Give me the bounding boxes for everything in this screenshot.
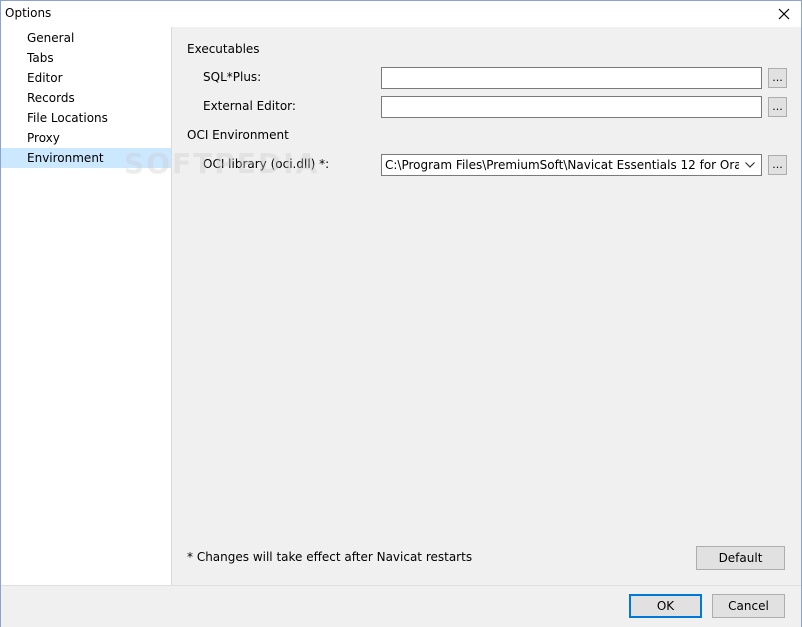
sidebar-item-editor[interactable]: Editor — [1, 68, 171, 88]
default-button[interactable]: Default — [696, 546, 785, 570]
sidebar-item-general[interactable]: General — [1, 28, 171, 48]
sqlplus-label: SQL*Plus: — [203, 70, 262, 84]
oci-library-value: C:\Program Files\PremiumSoft\Navicat Ess… — [385, 158, 739, 172]
oci-library-combo[interactable]: C:\Program Files\PremiumSoft\Navicat Ess… — [381, 154, 762, 176]
oci-library-browse-button[interactable]: ... — [768, 155, 787, 175]
chevron-down-icon[interactable] — [741, 155, 759, 175]
dialog-footer: OK Cancel — [1, 585, 801, 627]
category-list: General Tabs Editor Records File Locatio… — [1, 27, 172, 585]
window-title: Options — [5, 6, 52, 20]
oci-environment-heading: OCI Environment — [187, 128, 289, 142]
executables-heading: Executables — [187, 42, 260, 56]
options-dialog: Options General Tabs Editor Records File… — [0, 0, 802, 627]
sidebar-item-file-locations[interactable]: File Locations — [1, 108, 171, 128]
close-icon — [778, 8, 790, 20]
sqlplus-input[interactable] — [381, 67, 762, 89]
watermark: SOFTPEDIA — [124, 147, 320, 180]
title-bar: Options — [1, 1, 801, 27]
sidebar-item-tabs[interactable]: Tabs — [1, 48, 171, 68]
sqlplus-browse-button[interactable]: ... — [768, 68, 787, 88]
restart-note: * Changes will take effect after Navicat… — [187, 550, 473, 564]
external-editor-browse-button[interactable]: ... — [768, 97, 787, 117]
sidebar-item-proxy[interactable]: Proxy — [1, 128, 171, 148]
ok-button[interactable]: OK — [629, 594, 702, 618]
sidebar-item-records[interactable]: Records — [1, 88, 171, 108]
cancel-button[interactable]: Cancel — [712, 594, 785, 618]
external-editor-input[interactable] — [381, 96, 762, 118]
close-button[interactable] — [767, 1, 801, 27]
settings-panel: Executables SQL*Plus: ... External Edito… — [172, 27, 801, 585]
external-editor-label: External Editor: — [203, 99, 296, 113]
